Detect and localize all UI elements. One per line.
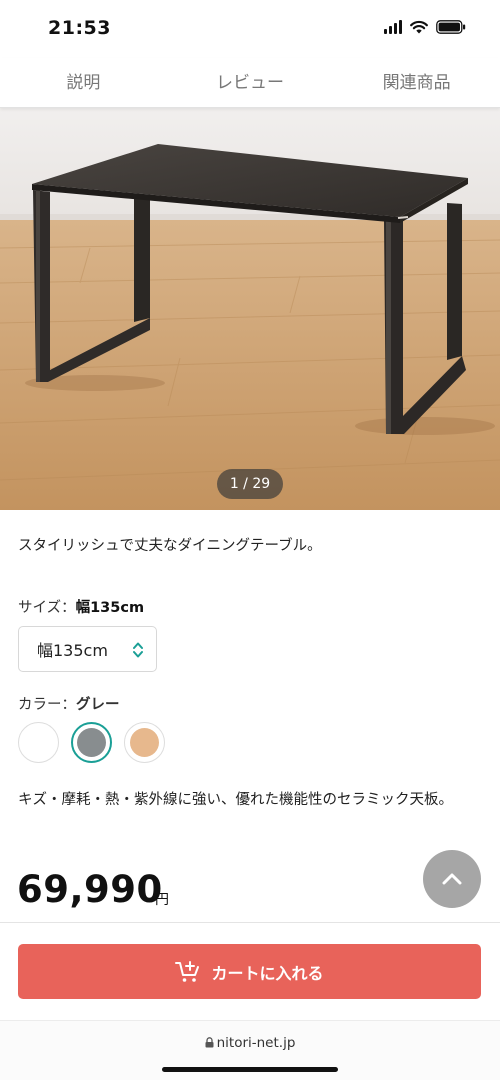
chevron-up-icon (442, 873, 462, 885)
tab-reviews[interactable]: レビュー (167, 58, 334, 107)
url-display[interactable]: nitori-net.jp (0, 1035, 500, 1051)
product-tagline: スタイリッシュで丈夫なダイニングテーブル。 (18, 538, 322, 554)
size-label: サイズ：幅135cm (18, 596, 144, 617)
add-to-cart-label: カートに入れる (211, 963, 324, 983)
feature-description: キズ・摩耗・熱・紫外線に強い、優れた機能性のセラミック天板。 (18, 792, 453, 808)
tab-related-products[interactable]: 関連商品 (333, 58, 500, 107)
size-select-value: 幅135cm (37, 641, 108, 660)
color-label-text: カラー： (18, 697, 76, 713)
status-icons (384, 20, 466, 34)
add-to-cart-button[interactable]: カートに入れる (18, 944, 481, 999)
swatch-beige[interactable] (124, 722, 165, 763)
tab-bar: 説明 レビュー 関連商品 (0, 58, 500, 108)
color-selected-value: グレー (76, 697, 120, 713)
size-selected-value: 幅135cm (75, 600, 145, 616)
signal-icon (384, 20, 402, 34)
url-text: nitori-net.jp (216, 1035, 296, 1051)
lock-icon (205, 1037, 214, 1048)
home-indicator (162, 1067, 338, 1072)
size-select[interactable]: 幅135cm (18, 626, 157, 672)
status-bar: 21:53 (0, 0, 500, 58)
divider (0, 922, 500, 923)
price: 69,990 (17, 868, 163, 911)
color-label: カラー：グレー (18, 693, 120, 714)
select-arrows-icon (133, 642, 143, 658)
price-currency: 円 (155, 892, 169, 908)
status-time: 21:53 (48, 17, 111, 39)
scroll-to-top-button[interactable] (423, 850, 481, 908)
swatch-white[interactable] (18, 722, 59, 763)
color-swatches (18, 722, 165, 763)
cart-add-icon (175, 960, 200, 982)
product-image[interactable] (0, 108, 500, 510)
wifi-icon (410, 20, 428, 34)
swatch-gray[interactable] (71, 722, 112, 763)
dining-table-illustration (0, 108, 500, 510)
tab-description[interactable]: 説明 (0, 58, 167, 107)
image-counter: 1 / 29 (217, 469, 283, 499)
browser-url-bar[interactable]: nitori-net.jp (0, 1020, 500, 1080)
size-label-text: サイズ： (18, 600, 76, 616)
battery-icon (436, 20, 466, 34)
